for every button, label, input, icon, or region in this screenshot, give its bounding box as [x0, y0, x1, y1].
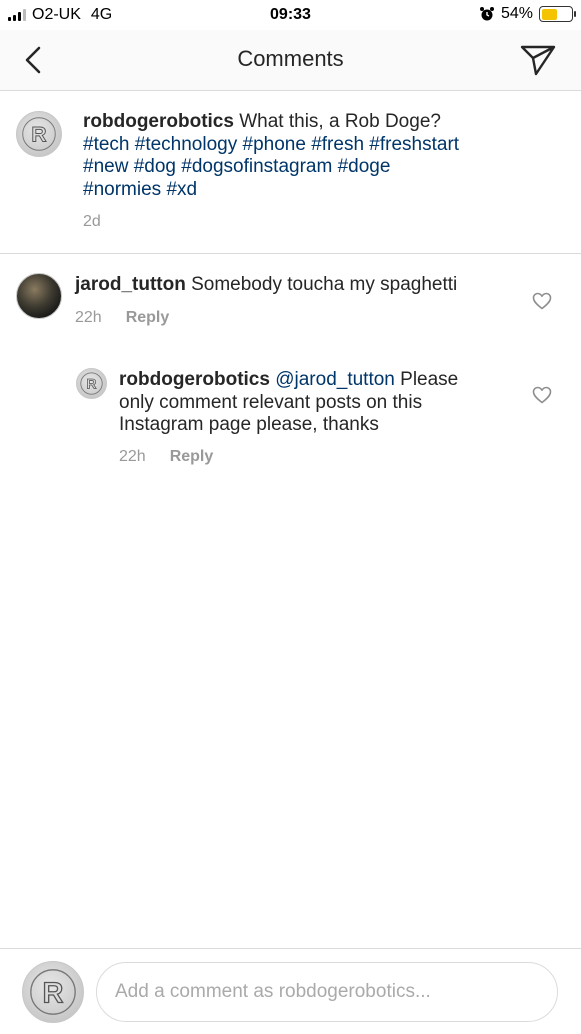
caption-avatar[interactable]: R: [16, 111, 62, 157]
svg-text:R: R: [86, 376, 96, 392]
reply-timestamp: 22h: [119, 448, 146, 465]
svg-text:R: R: [43, 977, 64, 1009]
reply-text: robdogerobotics @jarod_tutton Please onl…: [119, 369, 529, 437]
reply-button[interactable]: Reply: [170, 448, 214, 466]
hashtag[interactable]: #doge: [338, 156, 391, 177]
caption-divider: [0, 253, 581, 254]
mention-link[interactable]: @jarod_tutton: [275, 369, 395, 390]
comment-body: Somebody toucha my spaghetti: [191, 274, 458, 295]
comments-screen: O2-UK 4G 09:33 54% Comments R robdogerob…: [0, 0, 581, 1034]
nav-divider: [0, 90, 581, 91]
robot-logo-icon: R: [22, 117, 56, 151]
hashtag[interactable]: #dogsofinstagram: [181, 156, 332, 177]
caption-username[interactable]: robdogerobotics: [83, 111, 234, 132]
page-title: Comments: [237, 46, 344, 71]
alarm-clock-icon: [479, 7, 494, 21]
svg-text:R: R: [31, 124, 46, 147]
heart-icon[interactable]: [532, 292, 552, 310]
composer-avatar: R: [22, 961, 84, 1023]
hashtag[interactable]: #xd: [166, 179, 197, 200]
hashtag[interactable]: #freshstart: [369, 134, 459, 155]
reply-avatar[interactable]: R: [76, 368, 107, 399]
status-bar: O2-UK 4G 09:33 54%: [0, 0, 581, 30]
hashtag[interactable]: #dog: [134, 156, 176, 177]
comment-text: jarod_tutton Somebody toucha my spaghett…: [75, 274, 515, 297]
hashtag[interactable]: #new: [83, 156, 128, 177]
reply-meta: 22h Reply: [119, 448, 213, 466]
reply-body-line: Please: [400, 369, 459, 390]
reply-button[interactable]: Reply: [126, 309, 170, 327]
hashtag[interactable]: #tech: [83, 134, 129, 155]
battery-percent: 54%: [500, 5, 533, 22]
robot-logo-icon: R: [80, 372, 103, 395]
nav-bar: Comments: [0, 30, 581, 90]
composer-divider: [0, 948, 581, 949]
hashtag[interactable]: #technology: [135, 134, 237, 155]
reply-body-line: Instagram page please, thanks: [119, 414, 379, 436]
battery-level-fill: [541, 8, 558, 20]
comment-timestamp: 22h: [75, 309, 102, 326]
commenter-avatar[interactable]: [16, 273, 62, 319]
heart-icon[interactable]: [532, 386, 552, 404]
paper-plane-icon[interactable]: [519, 42, 557, 78]
caption-timestamp: 2d: [83, 213, 101, 230]
caption-meta: 2d: [83, 213, 101, 231]
comment-input[interactable]: [115, 981, 557, 1003]
hashtag[interactable]: #fresh: [311, 134, 364, 155]
comment-username[interactable]: jarod_tutton: [75, 274, 186, 295]
caption-text: robdogerobotics What this, a Rob Doge? #…: [83, 111, 563, 201]
comment-input-container[interactable]: [96, 962, 558, 1022]
robot-logo-icon: R: [30, 969, 76, 1015]
caption-body: What this, a Rob Doge?: [239, 111, 441, 132]
hashtag[interactable]: #normies: [83, 179, 161, 200]
hashtag[interactable]: #phone: [243, 134, 306, 155]
battery-icon: [539, 6, 576, 22]
reply-body-line: only comment relevant posts on this: [119, 391, 423, 413]
comment-meta: 22h Reply: [75, 309, 169, 327]
reply-username[interactable]: robdogerobotics: [119, 369, 270, 390]
